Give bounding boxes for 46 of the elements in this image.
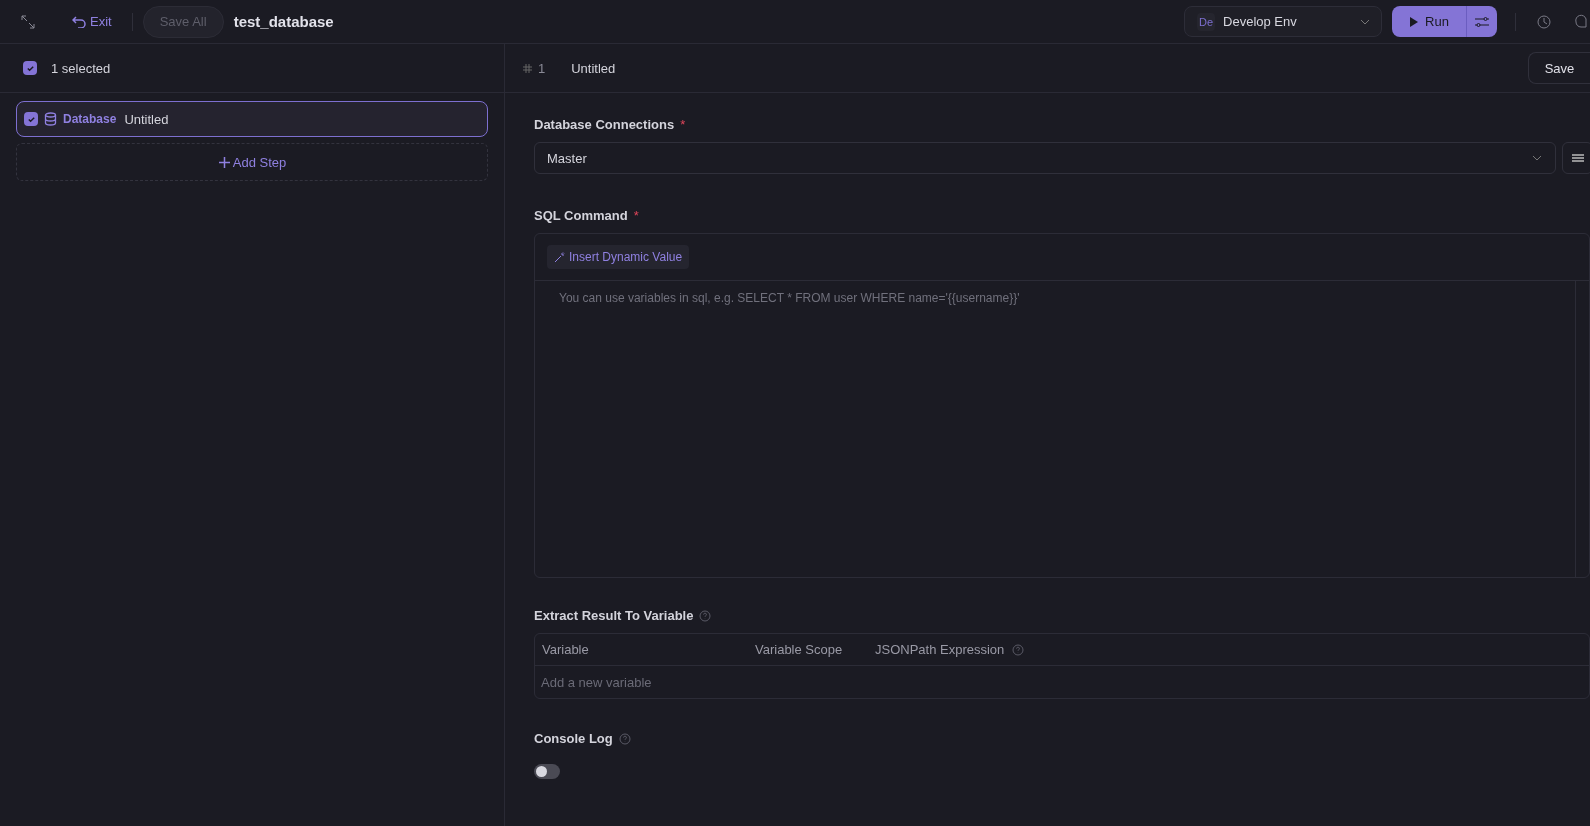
select-all-checkbox[interactable] (23, 61, 37, 75)
plus-icon (217, 155, 231, 169)
help-icon (699, 609, 712, 622)
exit-button[interactable]: Exit (48, 14, 122, 29)
add-step-button[interactable]: Add Step (16, 143, 488, 181)
undo-arrow-icon (72, 15, 86, 28)
step-item[interactable]: Database Untitled (16, 101, 488, 137)
magic-wand-icon (554, 251, 565, 263)
connection-select[interactable]: Master (534, 142, 1556, 174)
help-icon (618, 732, 631, 745)
required-mark: * (633, 208, 639, 223)
step-index: 1 (538, 60, 546, 76)
step-title: Untitled (571, 60, 616, 76)
column-header: Variable Scope (755, 642, 844, 657)
column-header: JSONPath Expression (875, 642, 1589, 657)
database-icon (44, 112, 57, 126)
environment-select[interactable]: De Develop Env (1184, 6, 1382, 37)
menu-icon (1571, 153, 1584, 163)
check-icon (25, 63, 35, 73)
add-variable-row[interactable]: Add a new variable (535, 666, 1589, 698)
sliders-icon (1474, 15, 1490, 28)
field-label: Database Connections (534, 117, 675, 132)
step-checkbox[interactable] (24, 112, 38, 126)
help-icon (1012, 643, 1025, 656)
step-name: Untitled (124, 111, 169, 127)
play-icon (1409, 15, 1420, 28)
required-mark: * (680, 117, 686, 132)
chevron-down-icon (1531, 154, 1543, 162)
hash-icon (523, 63, 532, 73)
selection-count: 1 selected (51, 60, 111, 76)
step-type: Database (63, 112, 117, 126)
field-label: Console Log (534, 731, 613, 746)
save-button[interactable]: Save (1528, 52, 1590, 84)
console-log-toggle[interactable] (534, 764, 560, 779)
insert-dynamic-value-button[interactable]: Insert Dynamic Value (547, 245, 690, 269)
field-label: SQL Command (534, 208, 628, 223)
run-button[interactable]: Run (1392, 6, 1466, 37)
workflow-title: test_database (233, 13, 334, 30)
check-icon (26, 114, 36, 124)
add-variable-placeholder: Add a new variable (541, 674, 652, 690)
column-header: Variable (542, 642, 590, 657)
run-settings-button[interactable] (1466, 6, 1497, 37)
chevron-down-icon (1359, 17, 1371, 26)
sql-editor[interactable]: Insert Dynamic Value You can use variables in sql, e.g. SELECT * FROM user WHERE name='{{username}}' (534, 233, 1590, 578)
menu-button[interactable] (1562, 142, 1590, 174)
field-label: Extract Result To Variable (534, 608, 694, 623)
